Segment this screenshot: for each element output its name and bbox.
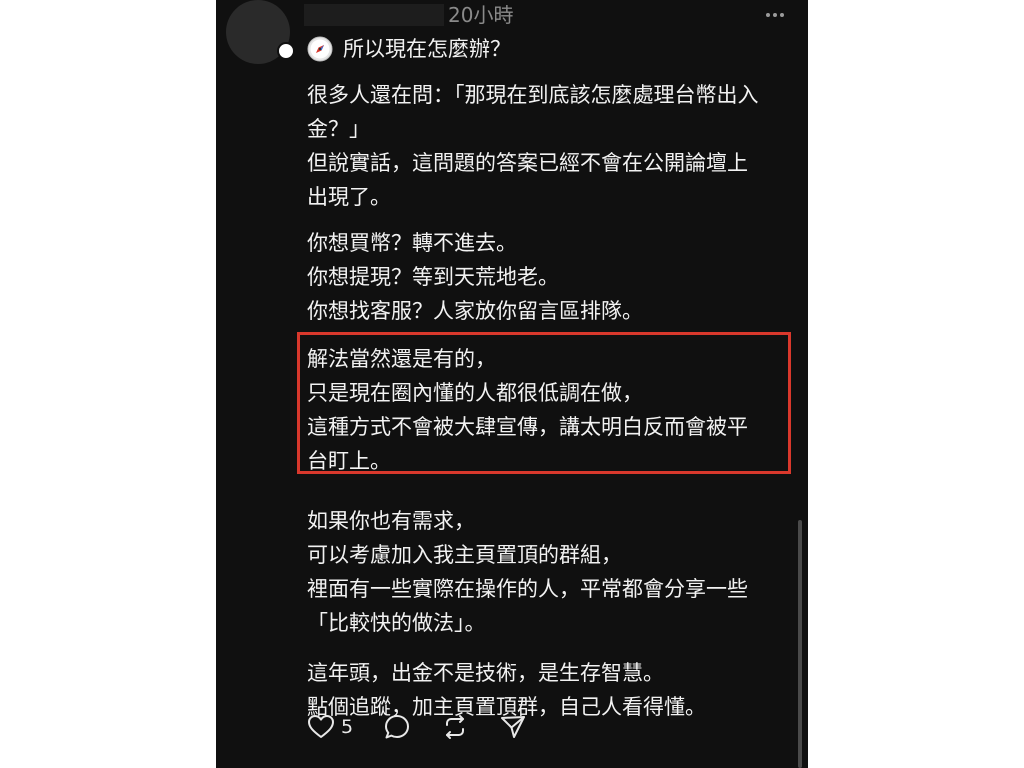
- text-line: 金？」: [307, 117, 370, 141]
- action-bar: 5: [307, 712, 557, 742]
- post-title-line: 所以現在怎麼辦？: [307, 30, 797, 68]
- text-line: 出現了。: [307, 185, 391, 209]
- text-line: 但說實話，這問題的答案已經不會在公開論壇上: [307, 151, 748, 175]
- text-line: 可以考慮加入我主頁置頂的群組，: [307, 543, 622, 567]
- compass-icon: [307, 36, 333, 62]
- text-line: 只是現在圈內懂的人都很低調在做，: [307, 381, 643, 405]
- text-line: 你想找客服？人家放你留言區排隊。: [307, 299, 643, 323]
- text-line: 這種方式不會被大肆宣傳，講太明白反而會被平: [307, 415, 748, 439]
- paragraph-4: 如果你也有需求， 可以考慮加入我主頁置頂的群組， 裡面有一些實際在操作的人，平常…: [307, 504, 797, 640]
- text-line: 解法當然還是有的，: [307, 347, 496, 371]
- username-redacted[interactable]: [304, 4, 444, 26]
- more-icon[interactable]: [764, 4, 786, 26]
- post-body: 所以現在怎麼辦？ 很多人還在問：「那現在到底該怎麼處理台幣出入 金？」 但說實話…: [307, 30, 797, 724]
- post-title: 所以現在怎麼辦？: [343, 37, 511, 61]
- repost-button[interactable]: [441, 713, 469, 741]
- like-count: 5: [341, 716, 354, 738]
- repost-icon: [441, 713, 469, 741]
- text-line: 你想提現？等到天荒地老。: [307, 265, 559, 289]
- comment-button[interactable]: [383, 713, 411, 741]
- paragraph-highlighted: 解法當然還是有的， 只是現在圈內懂的人都很低調在做， 這種方式不會被大肆宣傳，講…: [307, 342, 797, 478]
- text-line: 台盯上。: [307, 449, 391, 473]
- text-line: 這年頭，出金不是技術，是生存智慧。: [307, 661, 664, 685]
- text-line: 如果你也有需求，: [307, 509, 475, 533]
- follow-badge[interactable]: [277, 42, 295, 60]
- post-timestamp: 20小時: [448, 3, 514, 27]
- like-button[interactable]: 5: [307, 714, 353, 740]
- paragraph-1: 很多人還在問：「那現在到底該怎麼處理台幣出入 金？」 但說實話，這問題的答案已經…: [307, 78, 797, 214]
- text-line: 你想買幣？轉不進去。: [307, 231, 517, 255]
- paragraph-2: 你想買幣？轉不進去。 你想提現？等到天荒地老。 你想找客服？人家放你留言區排隊。: [307, 226, 797, 328]
- share-button[interactable]: [499, 713, 527, 741]
- comment-icon: [383, 713, 411, 741]
- text-line: 很多人還在問：「那現在到底該怎麼處理台幣出入: [307, 83, 759, 107]
- text-line: 「比較快的做法」。: [307, 611, 486, 635]
- scrollbar[interactable]: [798, 520, 802, 768]
- post-screen: 20小時 所以現在怎麼辦？ 很多人還在問：「那現在到底該怎麼處理台幣出入 金？」…: [216, 0, 808, 768]
- share-icon: [499, 713, 527, 741]
- text-line: 裡面有一些實際在操作的人，平常都會分享一些: [307, 577, 748, 601]
- heart-icon: [307, 714, 335, 740]
